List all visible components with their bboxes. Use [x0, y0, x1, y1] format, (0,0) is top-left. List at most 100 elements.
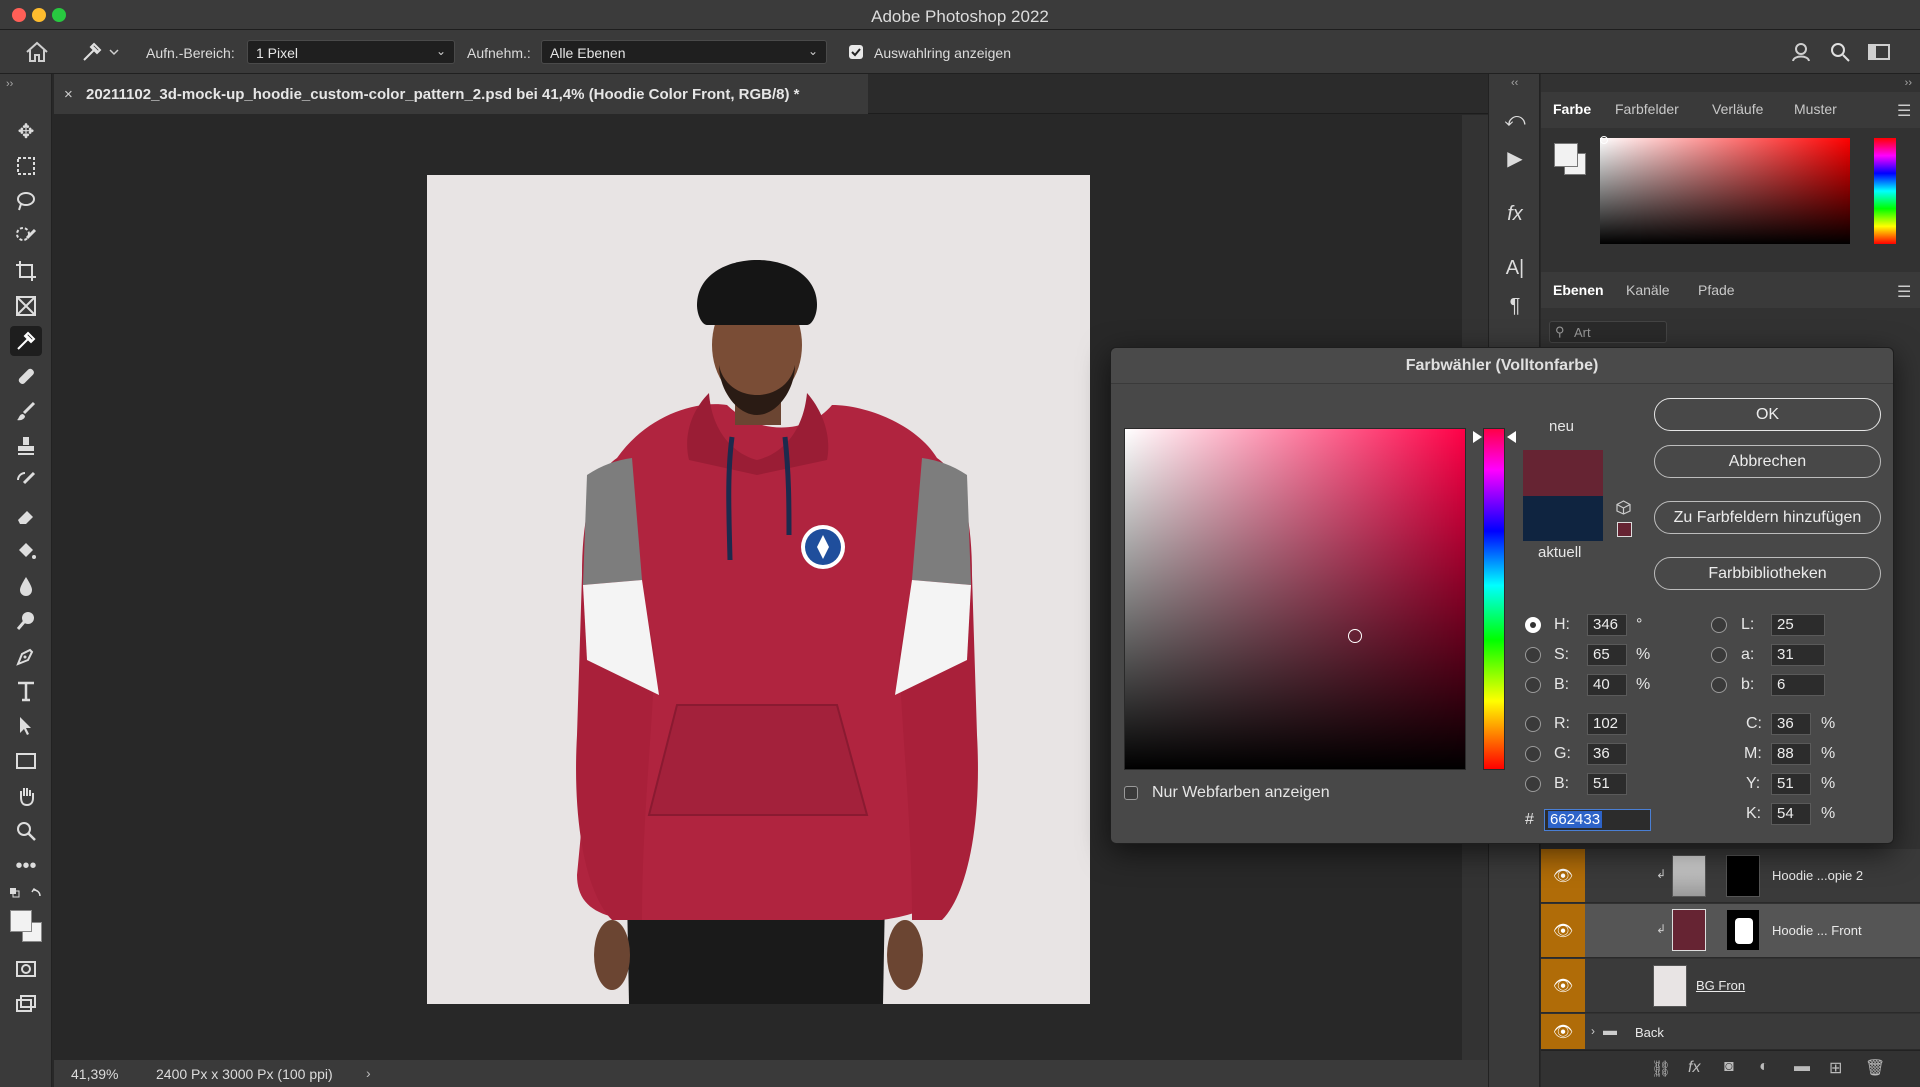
- tab-paths[interactable]: Pfade: [1698, 282, 1735, 298]
- lab-b-input[interactable]: 6: [1771, 674, 1825, 696]
- link-icon[interactable]: ⛓: [1651, 1059, 1671, 1079]
- quick-selection-tool-icon[interactable]: [10, 221, 42, 251]
- lab-l-radio[interactable]: [1711, 617, 1727, 633]
- lab-a-input[interactable]: 31: [1771, 644, 1825, 666]
- move-tool-icon[interactable]: ✥: [10, 116, 42, 146]
- lasso-tool-icon[interactable]: [10, 186, 42, 216]
- collapse-arrows-icon[interactable]: ‹‹: [1511, 77, 1518, 89]
- new-group-icon[interactable]: ▬: [1794, 1058, 1810, 1076]
- layer-name[interactable]: Hoodie ...opie 2: [1772, 868, 1863, 883]
- zoom-level[interactable]: 41,39%: [71, 1066, 118, 1082]
- current-color-swatch[interactable]: [1523, 496, 1603, 541]
- brush-tool-icon[interactable]: [10, 396, 42, 426]
- tab-channels[interactable]: Kanäle: [1626, 282, 1670, 298]
- saturation-brightness-field[interactable]: [1124, 428, 1466, 770]
- layer-group-row[interactable]: 👁 › ▬ Back: [1541, 1014, 1920, 1050]
- gamut-cube-icon[interactable]: [1616, 500, 1631, 515]
- layer-row-selected[interactable]: 👁 ↲ Hoodie ... Front: [1541, 904, 1920, 958]
- styles-fx-icon[interactable]: fx: [1501, 200, 1529, 228]
- home-icon[interactable]: [24, 40, 50, 64]
- red-input[interactable]: 102: [1587, 713, 1627, 735]
- new-layer-icon[interactable]: ⊞: [1829, 1058, 1842, 1078]
- hue-slider-handle-left[interactable]: [1473, 431, 1482, 443]
- layer-name[interactable]: BG Fron: [1696, 978, 1745, 993]
- brightness-input[interactable]: 40: [1587, 674, 1627, 696]
- hue-radio[interactable]: [1525, 617, 1541, 633]
- web-safe-swatch-icon[interactable]: [1617, 522, 1632, 537]
- layer-row[interactable]: 👁 ↲ Hoodie ...opie 2: [1541, 849, 1920, 903]
- hand-tool-icon[interactable]: [10, 781, 42, 811]
- green-radio[interactable]: [1525, 746, 1541, 762]
- zoom-tool-icon[interactable]: [10, 816, 42, 846]
- healing-brush-tool-icon[interactable]: [10, 361, 42, 391]
- eyedropper-tool-icon[interactable]: [10, 326, 42, 356]
- chevron-right-icon[interactable]: ›: [1591, 1024, 1595, 1038]
- clone-stamp-tool-icon[interactable]: [10, 431, 42, 461]
- saturation-input[interactable]: 65: [1587, 644, 1627, 666]
- close-tab-icon[interactable]: ×: [64, 86, 73, 103]
- chevron-right-icon[interactable]: ›: [366, 1065, 371, 1081]
- lab-b-radio[interactable]: [1711, 677, 1727, 693]
- document-canvas[interactable]: [427, 175, 1090, 1004]
- more-tools-icon[interactable]: •••: [10, 851, 42, 881]
- panel-menu-icon[interactable]: ☰: [1897, 101, 1911, 121]
- tab-patterns[interactable]: Muster: [1794, 101, 1837, 117]
- add-to-swatches-button[interactable]: Zu Farbfeldern hinzufügen: [1654, 501, 1881, 534]
- sample-size-select[interactable]: 1 Pixel ⌄: [247, 40, 455, 64]
- history-brush-tool-icon[interactable]: [10, 466, 42, 496]
- fg-bg-colors-icon[interactable]: [1554, 143, 1586, 175]
- black-input[interactable]: 54: [1771, 803, 1811, 825]
- color-panel-hue-slider[interactable]: [1874, 138, 1896, 244]
- visibility-eye-icon[interactable]: 👁: [1541, 959, 1585, 1012]
- eraser-tool-icon[interactable]: [10, 501, 42, 531]
- color-field-marker[interactable]: [1348, 629, 1362, 643]
- cancel-button[interactable]: Abbrechen: [1654, 445, 1881, 478]
- history-icon[interactable]: ⤺: [1501, 106, 1529, 134]
- type-tool-icon[interactable]: [10, 676, 42, 706]
- lab-l-input[interactable]: 25: [1771, 614, 1825, 636]
- visibility-eye-icon[interactable]: 👁: [1541, 849, 1585, 902]
- collapse-panels-icon[interactable]: ››: [1905, 77, 1912, 89]
- swap-colors-icon[interactable]: [8, 886, 44, 902]
- paragraph-icon[interactable]: ¶: [1501, 292, 1529, 320]
- dodge-tool-icon[interactable]: [10, 606, 42, 636]
- color-swatches-icon[interactable]: [6, 906, 46, 946]
- web-colors-checkbox[interactable]: [1124, 786, 1138, 800]
- color-libraries-button[interactable]: Farbbibliotheken: [1654, 557, 1881, 590]
- brightness-radio[interactable]: [1525, 677, 1541, 693]
- magenta-input[interactable]: 88: [1771, 743, 1811, 765]
- color-panel-field[interactable]: [1600, 138, 1850, 244]
- expand-panel-icon[interactable]: ››: [6, 78, 13, 90]
- tab-gradients[interactable]: Verläufe: [1712, 101, 1763, 117]
- ok-button[interactable]: OK: [1654, 398, 1881, 431]
- hue-slider-handle-right[interactable]: [1507, 431, 1516, 443]
- actions-play-icon[interactable]: ▶: [1501, 144, 1529, 172]
- quick-mask-icon[interactable]: [10, 954, 42, 984]
- visibility-eye-icon[interactable]: 👁: [1541, 904, 1585, 957]
- layer-filter-select[interactable]: ⚲ Art: [1549, 321, 1667, 343]
- hex-input[interactable]: 662433: [1544, 809, 1651, 831]
- saturation-radio[interactable]: [1525, 647, 1541, 663]
- pen-tool-icon[interactable]: [10, 641, 42, 671]
- panel-menu-icon[interactable]: ☰: [1897, 282, 1911, 302]
- layer-name[interactable]: Back: [1635, 1025, 1664, 1040]
- lab-a-radio[interactable]: [1711, 647, 1727, 663]
- frame-tool-icon[interactable]: [10, 291, 42, 321]
- mask-icon[interactable]: ◙: [1724, 1058, 1734, 1076]
- hue-slider[interactable]: [1483, 428, 1505, 770]
- blur-tool-icon[interactable]: [10, 571, 42, 601]
- adjustment-icon[interactable]: ◐: [1759, 1058, 1769, 1076]
- eyedropper-preset-icon[interactable]: [80, 40, 120, 64]
- blue-radio[interactable]: [1525, 776, 1541, 792]
- share-user-icon[interactable]: [1790, 40, 1814, 64]
- layer-row[interactable]: 👁 BG Fron: [1541, 959, 1920, 1013]
- search-icon[interactable]: [1828, 40, 1852, 64]
- path-selection-tool-icon[interactable]: [10, 711, 42, 741]
- yellow-input[interactable]: 51: [1771, 773, 1811, 795]
- character-icon[interactable]: A|: [1501, 254, 1529, 282]
- green-input[interactable]: 36: [1587, 743, 1627, 765]
- marquee-tool-icon[interactable]: [10, 151, 42, 181]
- hue-input[interactable]: 346: [1587, 614, 1627, 636]
- workspace-icon[interactable]: [1866, 40, 1894, 64]
- paint-bucket-tool-icon[interactable]: [10, 536, 42, 566]
